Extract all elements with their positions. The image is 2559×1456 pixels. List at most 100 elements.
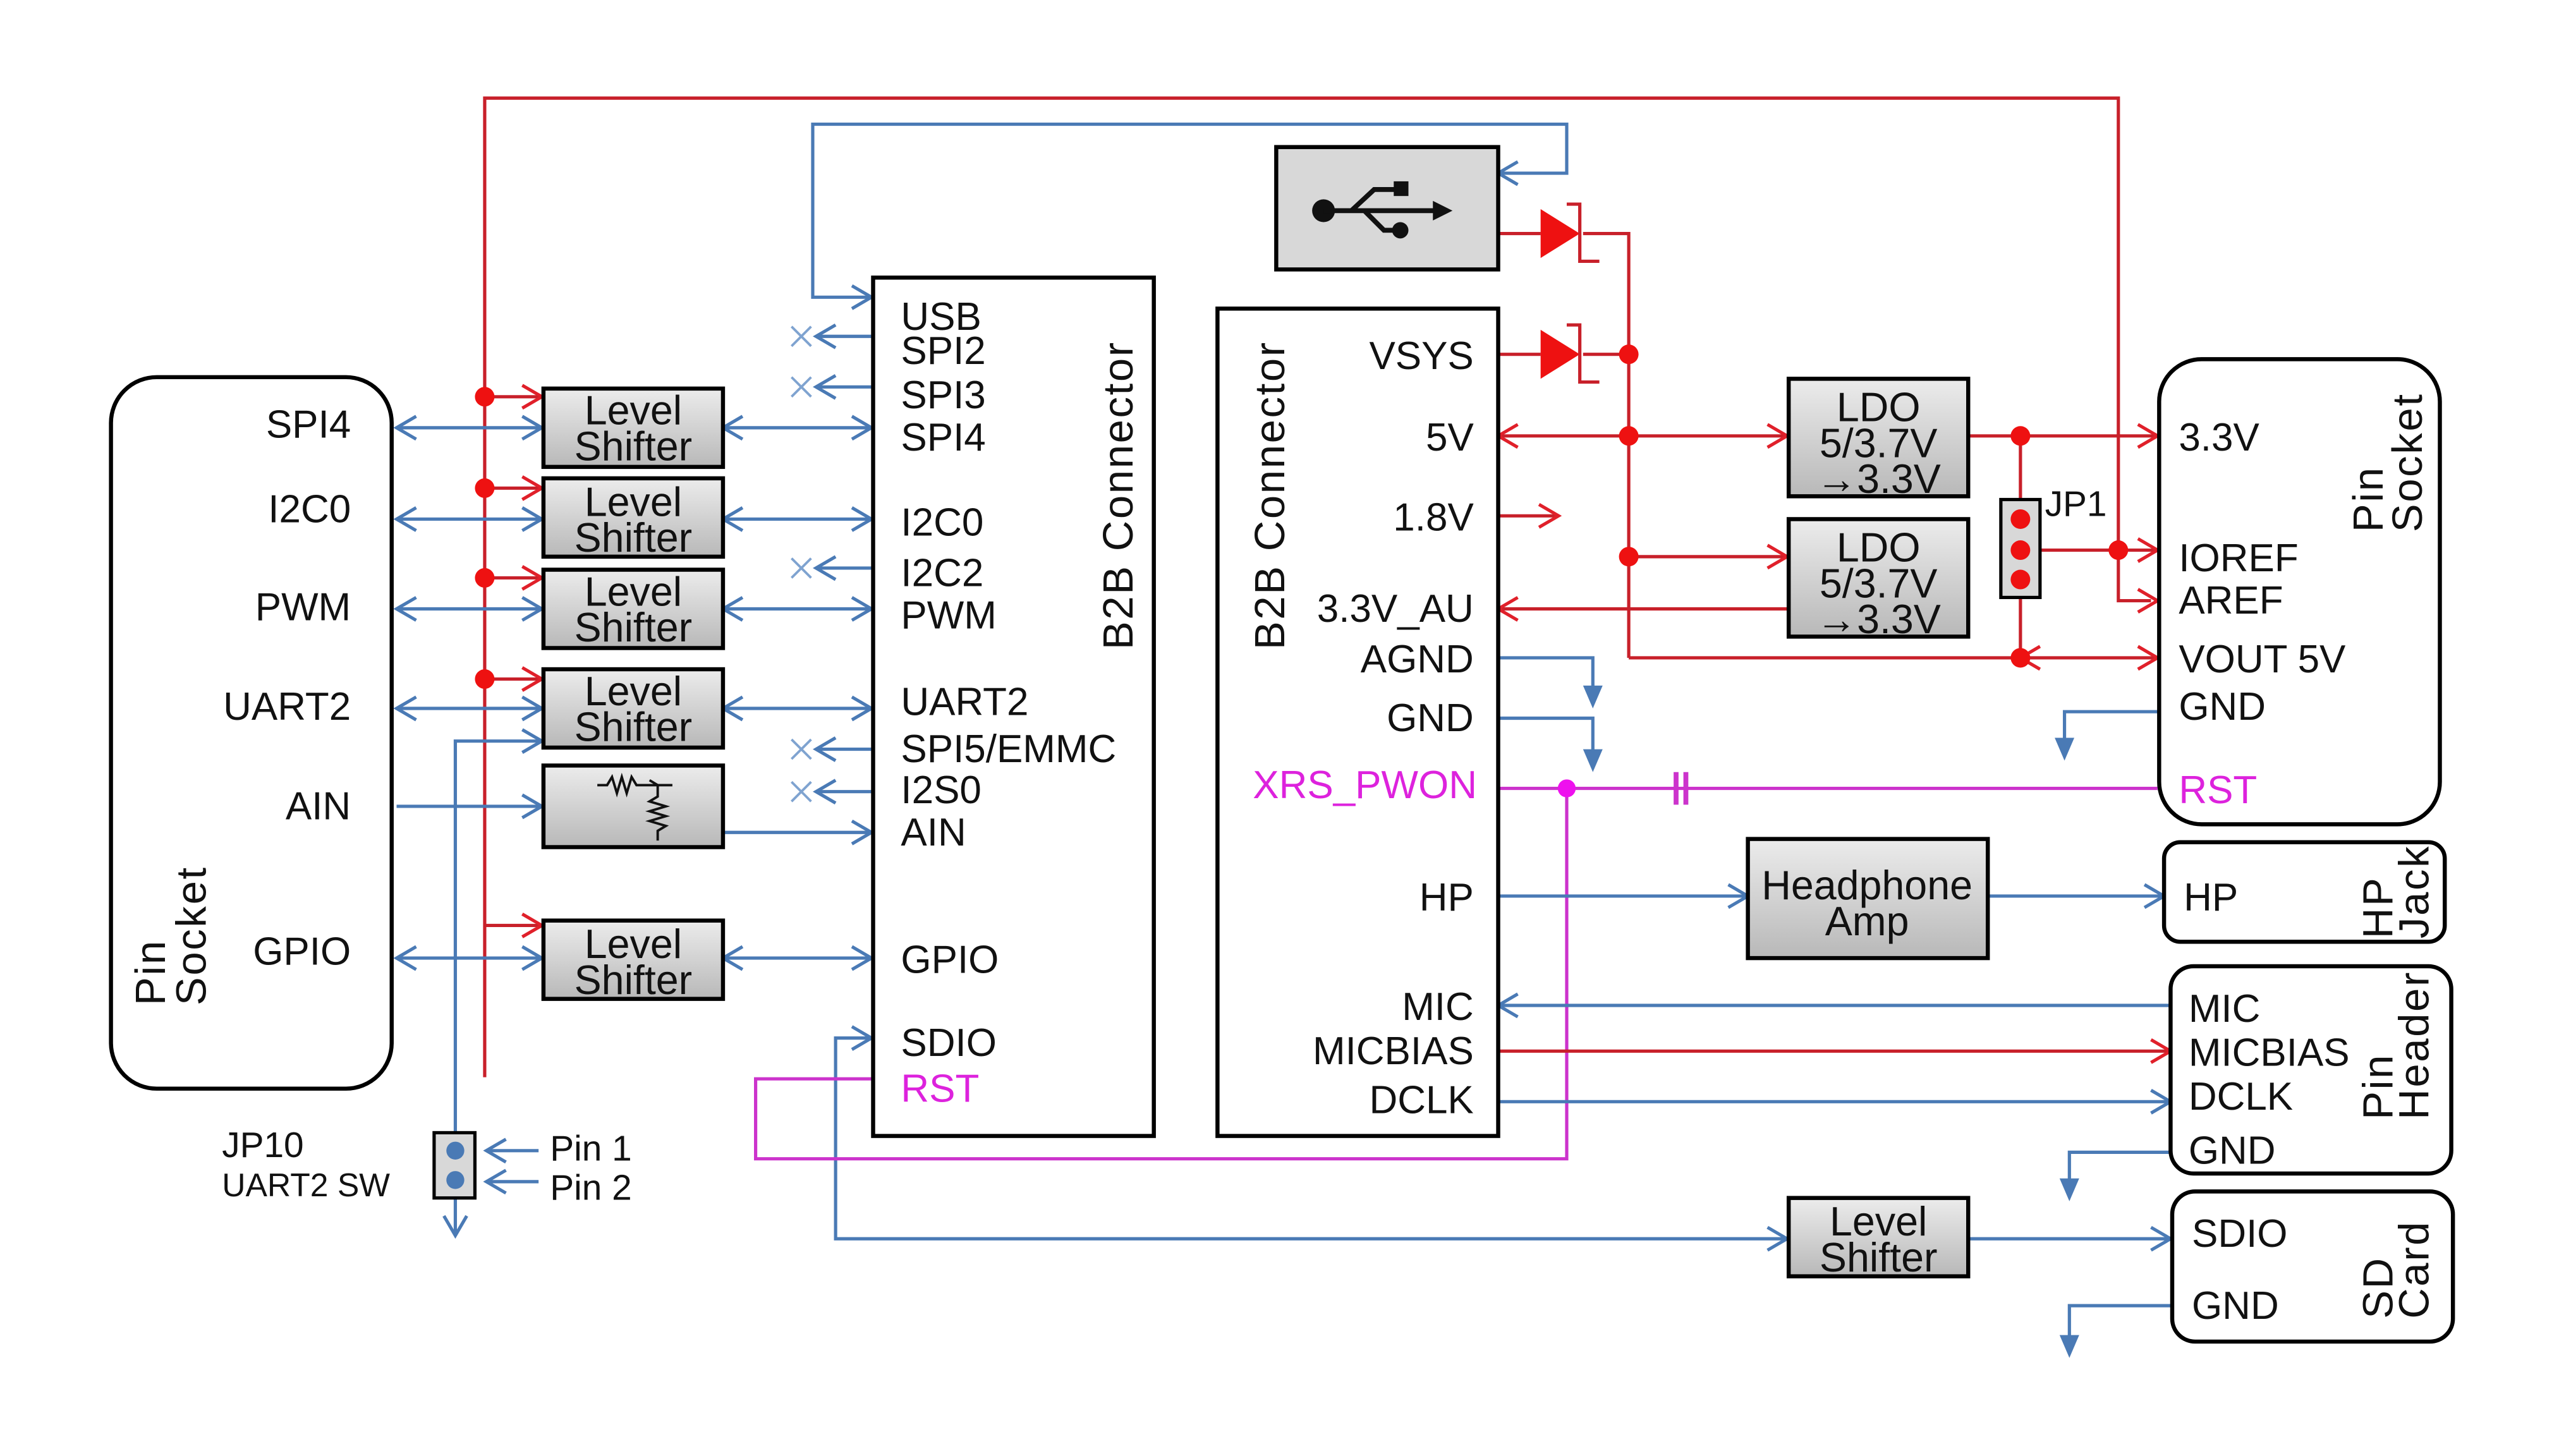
rst-label: RST — [2179, 768, 2257, 812]
connector-title: B2B Connector — [1095, 341, 1142, 650]
junction-dot — [2010, 426, 2031, 446]
pin-label: DCLK — [2189, 1075, 2293, 1119]
pin-label: 5V — [1426, 416, 1474, 459]
jp10-pin1: Pin 1 — [550, 1129, 631, 1168]
ldo-regulator: LDO 5/3.7V →3.3V — [1786, 377, 1971, 502]
pin-label: SPI4 — [901, 416, 985, 459]
level-shifter: Level Shifter — [541, 476, 726, 561]
no-connect-x-marks — [791, 325, 812, 803]
svg-text:Shifter: Shifter — [1820, 1235, 1938, 1280]
b2b-connector-left: USB SPI2 SPI3 SPI4 I2C0 I2C2 PWM UART2 S… — [871, 276, 1156, 1138]
level-shifter: Level Shifter — [541, 918, 726, 1003]
signal-lines-socket-to-ls — [396, 426, 542, 960]
pin-label: I2C0 — [268, 488, 351, 531]
svg-text:Shifter: Shifter — [574, 515, 693, 561]
jack-title: Jack — [2390, 845, 2438, 938]
block-diagram: SPI4 I2C0 PWM UART2 AIN GPIO Pin Socket … — [109, 96, 2455, 1358]
svg-text:Shifter: Shifter — [574, 957, 693, 1003]
junction-dot — [475, 478, 495, 498]
socket-power-arrowheads — [2137, 423, 2161, 614]
jp10-jumper[interactable] — [432, 1131, 477, 1200]
voltage-divider-block — [541, 763, 726, 849]
header-title: Header — [2390, 971, 2438, 1120]
right-pin-socket: 3.3V IOREF AREF VOUT 5V GND RST Pin Sock… — [2157, 357, 2442, 827]
pin-label: GPIO — [253, 930, 351, 973]
pin-label: VOUT 5V — [2179, 638, 2346, 681]
junction-dot — [475, 387, 495, 407]
pin-label: SDIO — [2192, 1212, 2288, 1256]
junction-dot — [1619, 426, 1639, 446]
jp1-label: JP1 — [2045, 484, 2107, 524]
pin-label: AREF — [2179, 579, 2283, 622]
junction-dot — [475, 567, 495, 588]
hp-jack: HP HP Jack — [2161, 840, 2447, 944]
card-title: Card — [2390, 1220, 2438, 1319]
blue-arrowheads-left — [393, 415, 545, 971]
pin-label: I2C0 — [901, 500, 983, 544]
pin-label: AIN — [286, 785, 351, 828]
rst-label: RST — [901, 1067, 979, 1110]
svg-text:Shifter: Shifter — [574, 705, 693, 750]
jp10-label: JP10 — [222, 1125, 303, 1165]
pin-label: SDIO — [901, 1021, 997, 1065]
usb-port-block — [1274, 145, 1500, 272]
svg-text:Shifter: Shifter — [574, 605, 693, 650]
pin-label: 3.3V — [2179, 416, 2259, 459]
pin-label: HP — [1419, 876, 1474, 919]
svg-text:Shifter: Shifter — [574, 424, 693, 470]
junction-dot — [1619, 547, 1639, 567]
pin-label: MICBIAS — [2189, 1031, 2350, 1075]
level-shifter: Level Shifter — [541, 667, 726, 750]
level-shifter: Level Shifter — [541, 567, 726, 650]
power-taps-level-shifters — [484, 395, 542, 928]
pin-label: AIN — [901, 811, 966, 854]
junction-dot — [1619, 344, 1639, 365]
headphone-amp: Headphone Amp — [1746, 837, 1990, 961]
junction-dot — [475, 669, 495, 689]
pin-label: SPI2 — [901, 329, 985, 373]
socket-title: Socket — [167, 866, 215, 1005]
ldo-output-lines — [1968, 434, 2158, 658]
pin-label: 3.3V_AU — [1317, 587, 1474, 631]
pin-label: GPIO — [901, 938, 999, 981]
pin-label: GND — [2192, 1284, 2279, 1328]
pin-label: AGND — [1361, 638, 1474, 681]
ldo-regulator: LDO 5/3.7V →3.3V — [1786, 517, 1971, 642]
left-pin-socket: SPI4 I2C0 PWM UART2 AIN GPIO Pin Socket — [109, 375, 394, 1091]
pin-label: MICBIAS — [1313, 1029, 1474, 1073]
mic-dclk-lines — [1498, 1004, 2171, 1103]
pin-label: UART2 — [901, 680, 1028, 724]
pin-label: SPI5/EMMC — [901, 727, 1116, 771]
jp10-pin2: Pin 2 — [550, 1168, 631, 1208]
pin-label: MIC — [1402, 985, 1474, 1029]
pin-label: 1.8V — [1393, 496, 1474, 540]
xrs-pwon-label: XRS_PWON — [1253, 763, 1477, 807]
pin-label: SPI4 — [266, 403, 351, 446]
pin-label: I2C2 — [901, 551, 983, 595]
pin-label: UART2 — [223, 685, 351, 729]
socket-title: Socket — [2384, 392, 2431, 532]
sd-card: SDIO GND SD Card — [2170, 1189, 2455, 1344]
pin-label: MIC — [2189, 987, 2261, 1031]
pin-label: GND — [1387, 696, 1474, 740]
signal-lines-ls-to-b2b — [722, 426, 872, 960]
ground-arrow-icon — [1583, 685, 2075, 772]
pin-label: DCLK — [1369, 1078, 1473, 1122]
pin-label: GND — [2179, 685, 2266, 729]
connector-title: B2B Connector — [1246, 341, 1294, 650]
pin-label: I2S0 — [901, 768, 981, 812]
jp10-desc: UART2 SW — [222, 1167, 390, 1203]
nc-arrowheads — [813, 323, 837, 805]
jp10-pin-arrowheads — [483, 1138, 507, 1195]
pin-label: SPI3 — [901, 373, 985, 417]
pin-label: IOREF — [2179, 537, 2298, 580]
pin-label: VSYS — [1369, 334, 1473, 378]
jp1-jumper[interactable] — [1999, 497, 2042, 600]
pin-label: PWM — [255, 586, 351, 629]
level-shifter-sd: Level Shifter — [1786, 1196, 1971, 1280]
svg-text:→3.3V: →3.3V — [1816, 597, 1941, 642]
junction-dot — [2108, 540, 2129, 561]
junction-dot — [1557, 779, 1576, 798]
blue-arrowheads-mid — [719, 415, 875, 971]
mic-dclk-arrowheads — [1495, 992, 2174, 1115]
